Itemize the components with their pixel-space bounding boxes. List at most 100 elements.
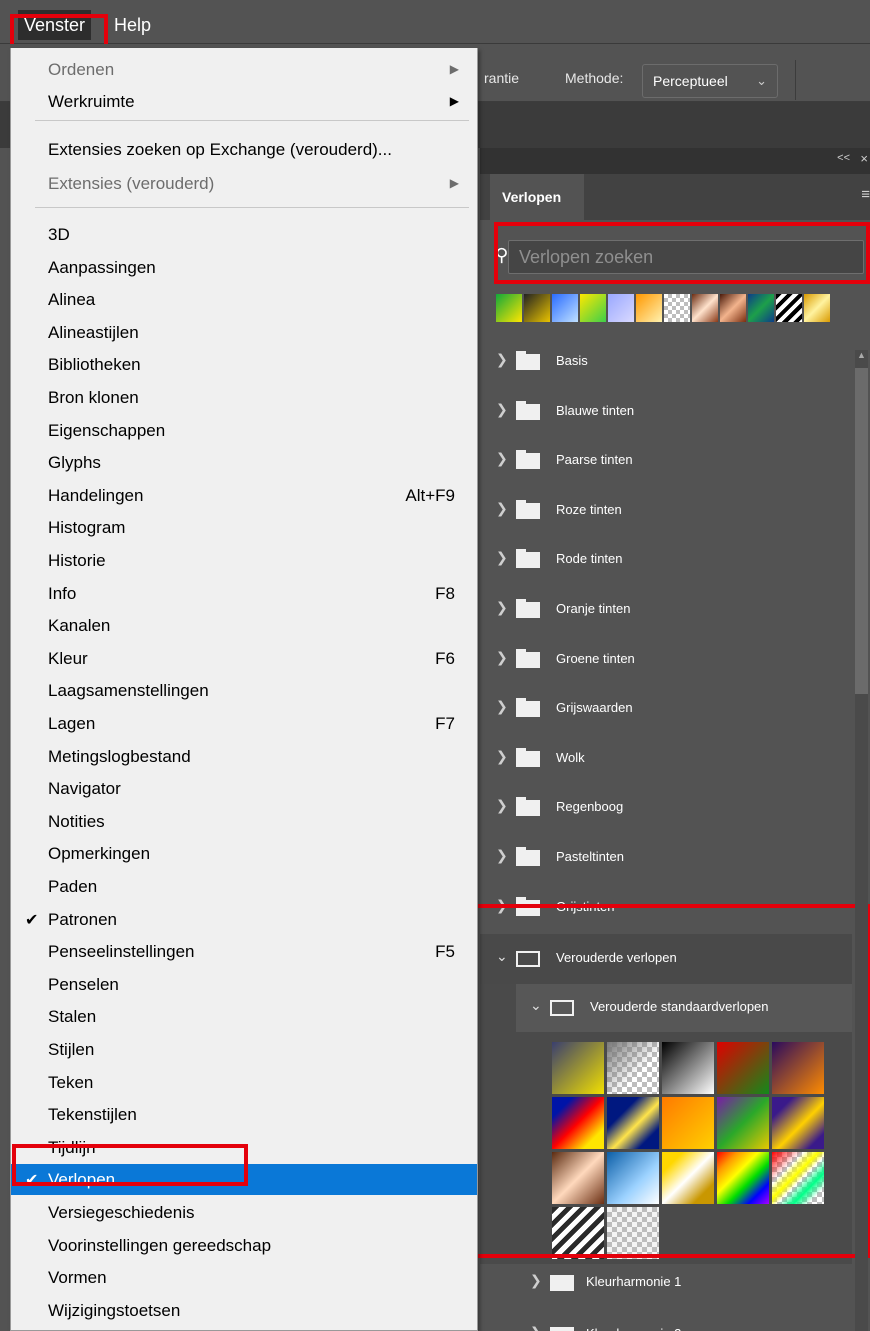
menu-item-vormen[interactable]: Vormen [11,1262,477,1293]
menu-item-wijzigingstoetsen[interactable]: Wijzigingstoetsen [11,1295,477,1326]
recent-gradients-row [496,294,830,322]
menu-item-alineastijlen[interactable]: Alineastijlen [11,317,477,348]
menu-item-label: Werkruimte [48,92,135,111]
menu-help[interactable]: Help [108,10,157,40]
chevron-right-icon: ❯ [496,747,508,764]
gradient-swatch[interactable] [580,294,606,322]
close-icon[interactable]: × [860,151,868,166]
menu-item-3d[interactable]: 3D [11,219,477,250]
menu-item-bibliotheken[interactable]: Bibliotheken [11,349,477,380]
gradient-tile[interactable] [662,1097,714,1149]
gradient-swatch[interactable] [552,294,578,322]
gradient-tile[interactable] [607,1042,659,1094]
menu-item-opmerkingen[interactable]: Opmerkingen [11,838,477,869]
group-blauwe-tinten[interactable]: ❯ Blauwe tinten [480,388,852,436]
gradient-tile[interactable] [607,1097,659,1149]
menu-item-patronen[interactable]: ✔ Patronen [11,904,477,935]
scrollbar-thumb[interactable] [855,368,868,694]
panel-scrollbar[interactable]: ▲ [855,350,868,1331]
gradient-tile[interactable] [772,1152,824,1204]
gradient-tile[interactable] [607,1152,659,1204]
legacy-group-header[interactable]: ⌄ Verouderde verlopen [480,934,852,984]
gradient-tile[interactable] [662,1152,714,1204]
gradient-tile[interactable] [662,1042,714,1094]
gradient-tile[interactable] [552,1207,604,1259]
gradient-tile[interactable] [607,1207,659,1259]
scroll-up-icon[interactable]: ▲ [855,350,868,360]
menu-item-glyphs[interactable]: Glyphs [11,447,477,478]
menu-item-teken[interactable]: Teken [11,1067,477,1098]
group-grijstinten[interactable]: ❯ Grijstinten [480,884,852,932]
group-oranje-tinten[interactable]: ❯ Oranje tinten [480,586,852,634]
menu-item-voorinstellingen-gereedschap[interactable]: Voorinstellingen gereedschap [11,1230,477,1261]
menu-item-versiegeschiedenis[interactable]: Versiegeschiedenis [11,1197,477,1228]
menu-item-info[interactable]: Info F8 [11,578,477,609]
gradient-tile[interactable] [552,1152,604,1204]
menu-item-kleur[interactable]: Kleur F6 [11,643,477,674]
menu-item-stijlen[interactable]: Stijlen [11,1034,477,1065]
method-select[interactable]: Perceptueel ⌄ [642,64,778,98]
gradient-tile[interactable] [772,1097,824,1149]
menu-venster[interactable]: Venster [18,10,92,40]
menu-item-tijdlijn[interactable]: Tijdlijn [11,1132,477,1163]
menu-item-paden[interactable]: Paden [11,871,477,902]
gradient-tile[interactable] [552,1042,604,1094]
menu-item-label: Laagsamenstellingen [48,681,209,701]
group-regenboog[interactable]: ❯ Regenboog [480,784,852,832]
legacy-gradients-group: ⌄ Verouderde verlopen ⌄ Verouderde stand… [480,934,852,1264]
group-roze-tinten[interactable]: ❯ Roze tinten [480,487,852,535]
group-rode-tinten[interactable]: ❯ Rode tinten [480,536,852,584]
gradient-swatch[interactable] [692,294,718,322]
menu-item-penseelinstellingen[interactable]: Penseelinstellingen F5 [11,936,477,967]
group-paarse-tinten[interactable]: ❯ Paarse tinten [480,437,852,485]
menu-item-navigator[interactable]: Navigator [11,773,477,804]
panel-menu-icon[interactable]: ≡ [861,186,870,203]
chevron-right-icon: ❯ [496,549,508,566]
menu-item-notities[interactable]: Notities [11,806,477,837]
gradient-swatch[interactable] [720,294,746,322]
gradient-search-input[interactable]: ⚲ Verlopen zoeken [495,240,864,274]
menu-item-tekenstijlen[interactable]: Tekenstijlen [11,1099,477,1130]
group-pasteltinten[interactable]: ❯ Pasteltinten [480,834,852,882]
group-grijswaarden[interactable]: ❯ Grijswaarden [480,685,852,733]
gradient-swatch[interactable] [636,294,662,322]
group-wolk[interactable]: ❯ Wolk [480,735,852,783]
gradients-panel: Verlopen ≡ ⚲ Verlopen zoeken ❯ Basis ❯ Blau… [470,174,870,1331]
menu-item-historie[interactable]: Historie [11,545,477,576]
menu-item-extensies-zoeken-op-exchange-verouderd[interactable]: Extensies zoeken op Exchange (verouderd)… [11,134,477,165]
gradient-swatch[interactable] [804,294,830,322]
menu-item-histogram[interactable]: Histogram [11,512,477,543]
menu-item-aanpassingen[interactable]: Aanpassingen [11,252,477,283]
menu-item-penselen[interactable]: Penselen [11,969,477,1000]
menu-item-stalen[interactable]: Stalen [11,1001,477,1032]
gradient-swatch[interactable] [664,294,690,322]
gradient-tile[interactable] [717,1097,769,1149]
group-kleurharmonie-1[interactable]: ❯ Kleurharmonie 1 [480,1259,852,1307]
tab-verlopen[interactable]: Verlopen [490,174,584,220]
group-groene-tinten[interactable]: ❯ Groene tinten [480,636,852,684]
gradient-swatch[interactable] [748,294,774,322]
legacy-subgroup-header[interactable]: ⌄ Verouderde standaardverlopen [516,984,852,1032]
group-kleurharmonie-2[interactable]: ❯ Kleurharmonie 2 [480,1311,852,1331]
group-basis[interactable]: ❯ Basis [480,338,852,386]
menu-item-verlopen[interactable]: ✔ Verlopen [11,1164,477,1196]
collapse-panels-icon[interactable]: << [837,152,850,164]
menu-item-handelingen[interactable]: Handelingen Alt+F9 [11,480,477,511]
gradient-swatch[interactable] [608,294,634,322]
menu-item-bron-klonen[interactable]: Bron klonen [11,382,477,413]
menu-item-kanalen[interactable]: Kanalen [11,610,477,641]
menu-item-werkruimte[interactable]: Werkruimte ▶ [11,86,477,117]
gradient-swatch[interactable] [776,294,802,322]
gradient-tile[interactable] [717,1042,769,1094]
gradient-swatch[interactable] [524,294,550,322]
menu-item-laagsamenstellingen[interactable]: Laagsamenstellingen [11,675,477,706]
menu-item-label: Penselen [48,974,119,994]
gradient-tile[interactable] [717,1152,769,1204]
menu-item-alinea[interactable]: Alinea [11,284,477,315]
gradient-swatch[interactable] [496,294,522,322]
gradient-tile[interactable] [552,1097,604,1149]
menu-item-metingslogbestand[interactable]: Metingslogbestand [11,741,477,772]
menu-item-lagen[interactable]: Lagen F7 [11,708,477,739]
menu-item-eigenschappen[interactable]: Eigenschappen [11,415,477,446]
gradient-tile[interactable] [772,1042,824,1094]
